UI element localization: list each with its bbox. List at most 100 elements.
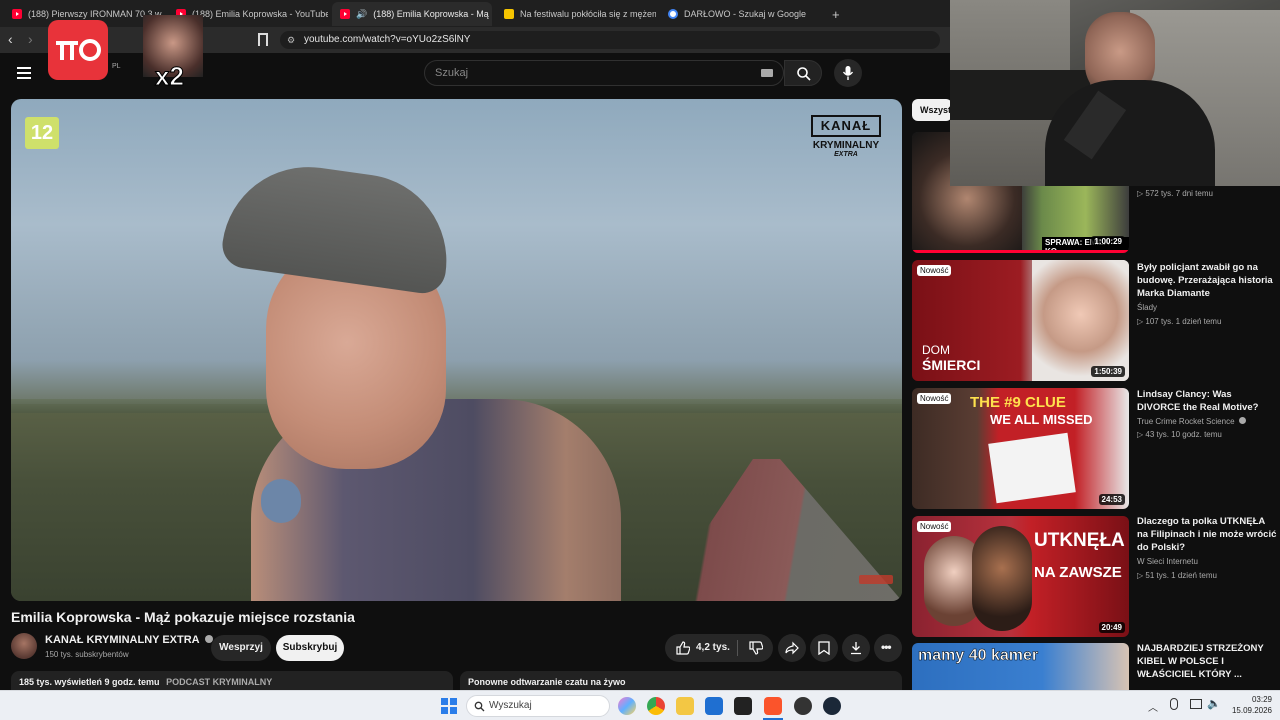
- channel-name-text[interactable]: KANAŁ KRYMINALNY EXTRA: [45, 634, 199, 646]
- thumbs-up-icon: [676, 641, 690, 655]
- watch-progress-bar: [912, 250, 1129, 253]
- new-tab-button[interactable]: +: [824, 2, 848, 26]
- url-field[interactable]: ⚙ youtube.com/watch?v=oYUo2zS6lNY: [280, 31, 940, 49]
- clock-date: 15.09.2026: [1231, 706, 1272, 715]
- description-box[interactable]: 185 tys. wyświetleń 9 godz. temu PODCAST…: [11, 671, 453, 691]
- copilot-icon[interactable]: [618, 697, 636, 715]
- video-duration: 24:53: [1098, 494, 1125, 505]
- browser-tab[interactable]: DARŁOWO - Szukaj w Google: [660, 2, 820, 26]
- related-video-thumbnail[interactable]: Nowość THE #9 CLUE WE ALL MISSED 24:53: [912, 388, 1129, 509]
- overlay-logo-icon: [56, 39, 101, 61]
- related-video-title[interactable]: Lindsay Clancy: Was DIVORCE the Real Mot…: [1137, 388, 1277, 414]
- channel-name[interactable]: KANAŁ KRYMINALNY EXTRA: [45, 634, 214, 646]
- os-taskbar: Wyszukaj ︿ 🔈 03:29 15.09.2026: [0, 690, 1280, 720]
- app-icon[interactable]: [734, 697, 752, 715]
- download-button[interactable]: [842, 634, 870, 662]
- search-input[interactable]: Szukaj: [424, 60, 784, 86]
- network-icon[interactable]: [1190, 699, 1202, 709]
- support-button[interactable]: Wesprzyj: [211, 635, 271, 661]
- channel-bug: 12: [25, 117, 59, 149]
- thumbnail-caption-2: ŚMIERCI: [922, 357, 981, 373]
- site-settings-icon[interactable]: ⚙: [287, 31, 295, 49]
- related-video-thumbnail[interactable]: mamy 40 kamer: [912, 643, 1129, 690]
- like-dislike-bar: 4,2 tys.: [665, 634, 773, 662]
- system-clock[interactable]: 03:29 15.09.2026: [1218, 694, 1272, 716]
- steam-icon[interactable]: [823, 697, 841, 715]
- news-favicon-icon: [504, 9, 514, 19]
- thumbnail-caption-2: WE ALL MISSED: [990, 412, 1093, 427]
- related-video-title[interactable]: Dlaczego ta polka UTKNĘŁA na Filipinach …: [1137, 515, 1277, 554]
- related-video-thumbnail[interactable]: Nowość UTKNĘŁA NA ZAWSZE 20:49: [912, 516, 1129, 637]
- taskbar-search-input[interactable]: Wyszukaj: [466, 695, 610, 717]
- speaker-icon: 🔊: [356, 8, 368, 19]
- like-divider: [737, 640, 738, 656]
- lapel-microphone: [261, 479, 301, 523]
- tray-chevron-up-icon[interactable]: ︿: [1148, 699, 1158, 714]
- logo-country-code: PL: [112, 63, 121, 70]
- like-button[interactable]: 4,2 tys.: [665, 634, 735, 662]
- watermark-line-1: KANAŁ: [811, 115, 881, 137]
- subscribe-watermark-icon[interactable]: [859, 575, 893, 584]
- search-button[interactable]: [784, 60, 822, 86]
- overlay-multiplier: x2: [155, 61, 185, 92]
- new-badge: Nowość: [917, 265, 952, 276]
- browser-tab-active[interactable]: 🔊 (188) Emilia Koprowska - Mą ✕: [332, 2, 492, 26]
- keyboard-icon[interactable]: [761, 69, 773, 77]
- search-placeholder: Szukaj: [435, 67, 469, 79]
- filter-chip-all[interactable]: Wszyst: [912, 99, 952, 121]
- webcam-overlay: [950, 0, 1280, 186]
- related-video-thumbnail[interactable]: Nowość DOM ŚMIERCI 1:50:39: [912, 260, 1129, 381]
- new-badge: Nowość: [917, 521, 952, 532]
- related-video-title[interactable]: Były policjant zwabił go na budowę. Prze…: [1137, 261, 1277, 300]
- meta-text: 107 tys. 1 dzień temu: [1145, 317, 1222, 326]
- start-button-icon[interactable]: [441, 698, 457, 714]
- google-favicon-icon: [668, 9, 678, 19]
- thumbnail-person: [1032, 260, 1129, 381]
- brave-browser-icon[interactable]: [764, 697, 782, 715]
- youtube-favicon-icon: [12, 9, 22, 19]
- more-actions-button[interactable]: •••: [874, 634, 902, 662]
- thumbnail-caption-1: mamy 40 kamer: [918, 647, 1039, 665]
- channel-avatar[interactable]: [11, 633, 37, 659]
- microphone-tray-icon[interactable]: [1170, 698, 1178, 710]
- store-icon[interactable]: [705, 697, 723, 715]
- chrome-icon[interactable]: [647, 697, 665, 715]
- video-duration: 20:49: [1098, 622, 1125, 633]
- tab-label: (188) Emilia Koprowska - YouTube: [192, 9, 328, 19]
- menu-icon[interactable]: [17, 67, 31, 79]
- new-badge: Nowość: [917, 393, 952, 404]
- browser-tab[interactable]: Na festiwalu pokłóciła się z mężem, a: [496, 2, 656, 26]
- related-video-channel[interactable]: True Crime Rocket Science: [1137, 417, 1246, 426]
- taskbar-search-placeholder: Wyszukaj: [489, 700, 532, 711]
- view-count-date: 185 tys. wyświetleń 9 godz. temu: [19, 677, 160, 687]
- related-video-channel[interactable]: Ślady: [1137, 303, 1157, 312]
- related-video-meta: ▷ 572 tys. 7 dni temu: [1137, 189, 1213, 198]
- bookmark-icon[interactable]: [258, 33, 268, 46]
- dislike-button[interactable]: [741, 634, 771, 662]
- save-button[interactable]: [810, 634, 838, 662]
- taskbar-search-icon: [474, 701, 485, 712]
- chat-replay-label: Ponowne odtwarzanie czatu na żywo: [468, 677, 626, 687]
- video-player[interactable]: 12 KANAŁ KRYMINALNY EXTRA: [11, 99, 902, 601]
- channel-watermark: KANAŁ KRYMINALNY EXTRA: [811, 115, 881, 189]
- chat-replay-box[interactable]: Ponowne odtwarzanie czatu na żywo: [460, 671, 902, 691]
- category-tag[interactable]: PODCAST KRYMINALNY: [166, 677, 272, 687]
- bookmark-save-icon: [818, 641, 830, 655]
- verified-icon: [1238, 417, 1246, 424]
- share-icon: [785, 641, 799, 655]
- thumbnail-paper: [988, 432, 1076, 504]
- obs-icon[interactable]: [794, 697, 812, 715]
- related-video-channel[interactable]: W Sieci Internetu: [1137, 557, 1198, 566]
- video-title: Emilia Koprowska - Mąż pokazuje miejsce …: [11, 609, 355, 625]
- related-video-title[interactable]: NAJBARDZIEJ STRZEŻONY KIBEL W POLSCE I W…: [1137, 642, 1277, 681]
- file-explorer-icon[interactable]: [676, 697, 694, 715]
- microphone-icon: [842, 66, 854, 80]
- thumbnail-caption-1: DOM: [922, 343, 950, 357]
- voice-search-button[interactable]: [834, 59, 862, 87]
- back-arrow-icon[interactable]: ‹: [8, 31, 13, 47]
- channel-text[interactable]: True Crime Rocket Science: [1137, 417, 1235, 426]
- subscribe-button[interactable]: Subskrybuj: [276, 635, 344, 661]
- clock-time: 03:29: [1251, 695, 1272, 704]
- share-button[interactable]: [778, 634, 806, 662]
- forward-arrow-icon[interactable]: ›: [28, 31, 33, 47]
